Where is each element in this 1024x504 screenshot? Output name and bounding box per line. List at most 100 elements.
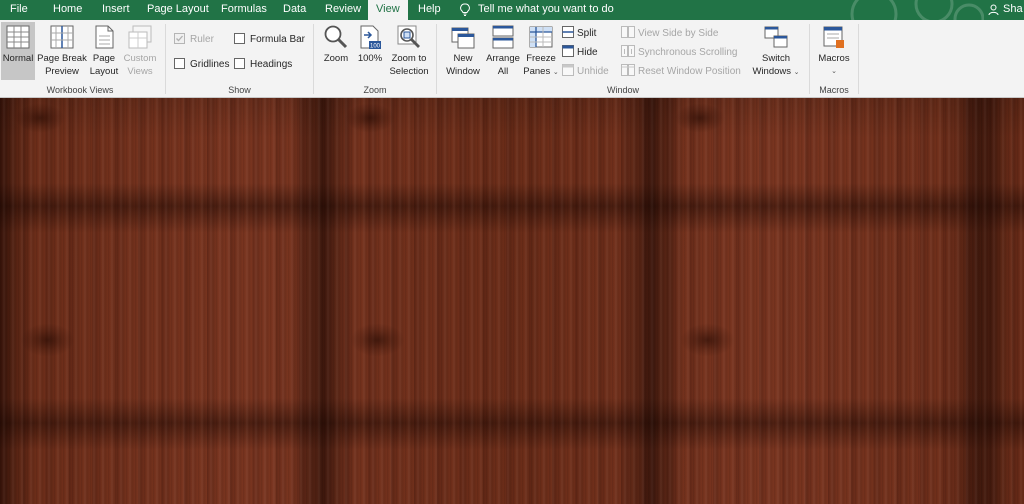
arrange-all-label-1: Arrange: [486, 53, 520, 64]
tab-page-layout[interactable]: Page Layout: [147, 0, 209, 20]
synchronous-scrolling-button[interactable]: Synchronous Scrolling: [621, 44, 738, 61]
tell-me-text: Tell me what you want to do: [478, 3, 614, 15]
group-label-show: Show: [228, 85, 251, 95]
zoom-selection-label-1: Zoom to: [391, 53, 427, 64]
arrange-all-icon: [492, 25, 514, 49]
hide-icon: [562, 45, 574, 58]
group-label-window: Window: [606, 85, 639, 95]
background-pattern: [850, 0, 984, 20]
zoom-100-button[interactable]: 100 100%: [354, 22, 386, 80]
switch-windows-icon: [764, 26, 788, 48]
formula-bar-label: Formula Bar: [250, 34, 306, 45]
macros-button[interactable]: Macros ⌄: [814, 22, 854, 80]
zoom-100-icon: 100: [360, 25, 381, 50]
unhide-icon: [562, 64, 574, 77]
switch-windows-label-text: Windows: [752, 66, 792, 77]
tab-data[interactable]: Data: [283, 0, 306, 20]
switch-windows-button[interactable]: Switch Windows ⌄: [748, 22, 804, 80]
hide-button[interactable]: Hide: [562, 44, 598, 61]
zoom-label: Zoom: [323, 53, 349, 64]
split-button[interactable]: Split: [562, 25, 596, 42]
tab-review[interactable]: Review: [325, 0, 361, 20]
tab-help[interactable]: Help: [418, 0, 441, 20]
gridlines-checkbox[interactable]: Gridlines: [174, 57, 229, 73]
headings-checkbox[interactable]: Headings: [234, 57, 292, 73]
sync-scroll-label: Synchronous Scrolling: [638, 47, 738, 58]
ribbon-view: Normal Page Break Preview Page Layout Cu…: [0, 20, 1024, 98]
wood-knot: [350, 323, 405, 357]
hide-label: Hide: [577, 47, 598, 58]
zoom-selection-label-2: Selection: [389, 66, 429, 77]
formula-bar-checkbox[interactable]: Formula Bar: [234, 32, 305, 48]
wood-knot: [20, 323, 75, 357]
reset-window-position-button[interactable]: Reset Window Position: [621, 63, 741, 80]
group-separator: [858, 24, 859, 94]
normal-view-icon: [6, 25, 30, 49]
chevron-down-icon: ⌄: [793, 69, 800, 76]
custom-views-button[interactable]: Custom Views: [121, 22, 159, 80]
ruler-label: Ruler: [190, 34, 214, 45]
chevron-down-icon: ⌄: [552, 69, 559, 76]
page-layout-label-2: Layout: [89, 66, 119, 77]
side-by-side-label: View Side by Side: [638, 28, 719, 39]
ruler-check-box: [174, 32, 185, 44]
ribbon-tab-bar: File Home Insert Page Layout Formulas Da…: [0, 0, 1024, 20]
share-label: Sha: [1003, 3, 1023, 15]
person-icon: [988, 4, 999, 15]
side-by-side-icon: [621, 26, 635, 39]
unhide-button[interactable]: Unhide: [562, 63, 609, 80]
wood-knot: [680, 323, 735, 357]
zoom-selection-icon: [397, 25, 420, 48]
split-label: Split: [577, 28, 597, 39]
reset-position-label: Reset Window Position: [638, 66, 741, 77]
sync-scroll-icon: [621, 45, 635, 58]
unhide-label: Unhide: [577, 66, 609, 77]
arrange-all-label-2: All: [497, 66, 509, 77]
gridlines-check-box: [174, 57, 185, 69]
svg-text:100: 100: [370, 44, 381, 50]
custom-views-label-2: Views: [127, 66, 153, 77]
macros-icon: [823, 26, 844, 48]
share-button[interactable]: Sha: [988, 0, 1023, 20]
freeze-panes-label-text: Panes: [523, 66, 551, 77]
headings-check-box: [234, 57, 245, 69]
normal-view-button[interactable]: Normal: [1, 22, 35, 80]
gridlines-label: Gridlines: [190, 59, 230, 70]
zoom-icon: [324, 25, 348, 49]
ruler-checkbox[interactable]: Ruler: [174, 32, 214, 48]
freeze-panes-label-1: Freeze: [526, 53, 556, 64]
page-layout-icon: [95, 25, 114, 49]
arrange-all-button[interactable]: Arrange All: [483, 22, 523, 80]
tab-file[interactable]: File: [10, 0, 28, 20]
new-window-button[interactable]: New Window: [442, 22, 484, 80]
freeze-panes-button[interactable]: Freeze Panes ⌄: [523, 22, 559, 80]
new-window-label-1: New: [453, 53, 473, 64]
macros-label: Macros: [818, 53, 850, 64]
page-layout-label-1: Page: [92, 53, 116, 64]
group-label-macros: Macros: [819, 85, 849, 95]
tell-me-box[interactable]: Tell me what you want to do: [460, 0, 614, 20]
tab-view[interactable]: View: [368, 0, 408, 20]
zoom-100-label: 100%: [357, 53, 383, 64]
wood-knot: [675, 103, 725, 133]
tab-insert[interactable]: Insert: [102, 0, 130, 20]
chevron-down-icon: ⌄: [831, 68, 837, 75]
wood-knot: [345, 103, 395, 133]
custom-views-label-1: Custom: [123, 53, 157, 64]
normal-view-label: Normal: [2, 53, 34, 64]
page-break-label-2: Preview: [45, 66, 79, 77]
freeze-panes-label-2: Panes ⌄: [523, 65, 559, 79]
page-break-preview-button[interactable]: Page Break Preview: [36, 22, 88, 80]
page-layout-view-button[interactable]: Page Layout: [88, 22, 120, 80]
switch-windows-label-2: Windows ⌄: [748, 65, 804, 79]
tab-formulas[interactable]: Formulas: [221, 0, 267, 20]
custom-views-icon: [128, 25, 152, 49]
switch-windows-label-1: Switch: [762, 53, 790, 64]
group-label-zoom: Zoom: [363, 85, 387, 95]
zoom-to-selection-button[interactable]: Zoom to Selection: [386, 22, 432, 80]
zoom-button[interactable]: Zoom: [320, 22, 352, 80]
view-side-by-side-button[interactable]: View Side by Side: [621, 25, 718, 42]
page-break-icon: [50, 25, 74, 49]
page-break-label-1: Page Break: [37, 53, 87, 64]
tab-home[interactable]: Home: [53, 0, 82, 20]
